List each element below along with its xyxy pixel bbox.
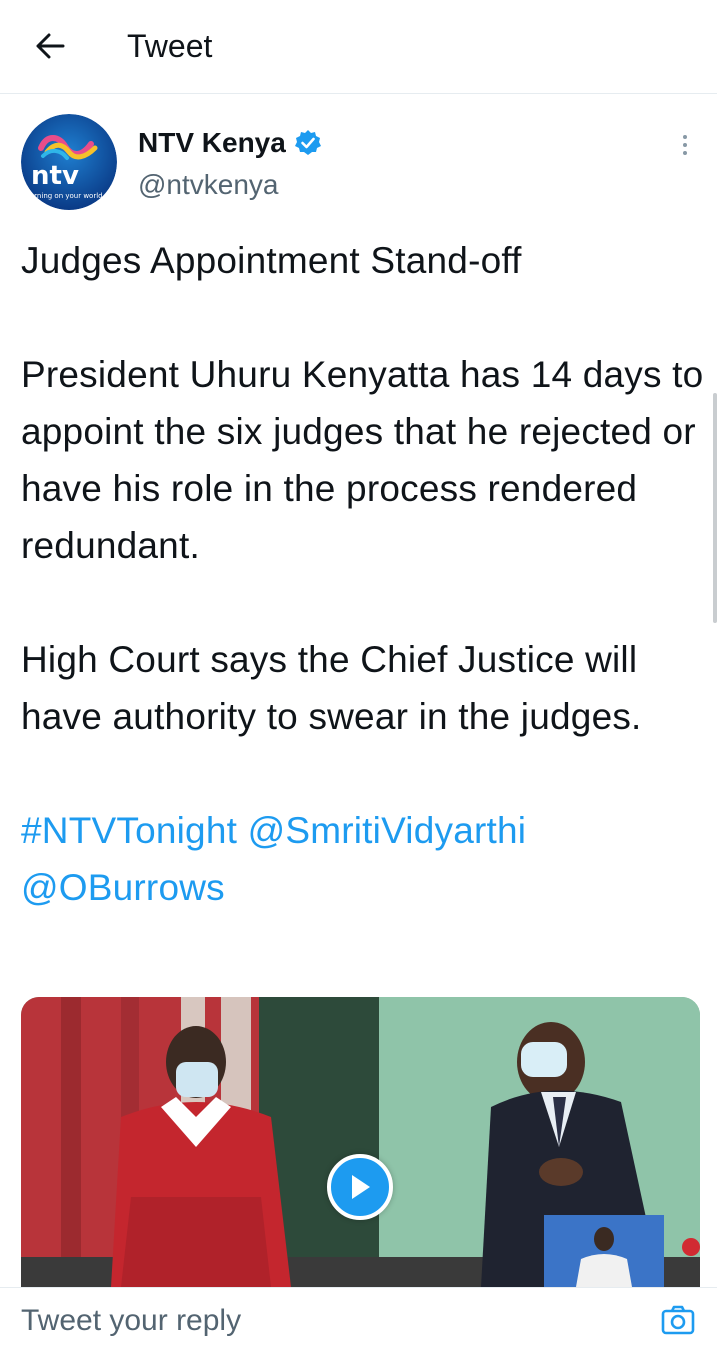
author-name: NTV Kenya: [138, 127, 286, 158]
page-title: Tweet: [127, 28, 213, 64]
reply-bar: [0, 1287, 717, 1348]
camera-button[interactable]: [660, 1302, 696, 1338]
reply-input[interactable]: [21, 1301, 621, 1341]
tweet-links: #NTVTonight @SmritiVidyarthi @OBurrows: [21, 802, 707, 916]
video-thumbnail[interactable]: [21, 997, 700, 1287]
tweet-paragraph: President Uhuru Kenyatta has 14 days to …: [21, 354, 704, 566]
more-dot-icon: [683, 151, 687, 155]
play-button[interactable]: [327, 1154, 393, 1220]
verified-badge-icon: [294, 130, 321, 155]
svg-text:ntv: ntv: [31, 161, 79, 191]
more-dot-icon: [683, 135, 687, 139]
tweet-paragraph: High Court says the Chief Justice will h…: [21, 639, 642, 737]
hashtag-link[interactable]: #NTVTonight: [21, 810, 237, 851]
author-handle[interactable]: @ntvkenya: [138, 168, 279, 202]
more-dot-icon: [683, 143, 687, 147]
tweet-headline: Judges Appointment Stand-off: [21, 240, 522, 281]
back-button[interactable]: [30, 26, 70, 66]
camera-icon: [661, 1305, 695, 1335]
scrollbar[interactable]: [713, 393, 717, 623]
mention-link[interactable]: @SmritiVidyarthi: [248, 810, 527, 851]
avatar[interactable]: ntv turning on your world: [21, 114, 117, 210]
ntv-logo: ntv turning on your world: [21, 114, 117, 210]
arrow-left-icon: [36, 33, 65, 59]
author-name-row[interactable]: NTV Kenya: [138, 126, 322, 160]
mention-link[interactable]: @OBurrows: [21, 867, 225, 908]
top-bar: Tweet: [0, 0, 717, 94]
video-still-image: [21, 997, 700, 1287]
tweet-body: Judges Appointment Stand-off President U…: [21, 232, 707, 916]
more-options-button[interactable]: [672, 128, 698, 162]
svg-text:turning on your world: turning on your world: [27, 192, 103, 200]
play-icon: [352, 1175, 370, 1199]
